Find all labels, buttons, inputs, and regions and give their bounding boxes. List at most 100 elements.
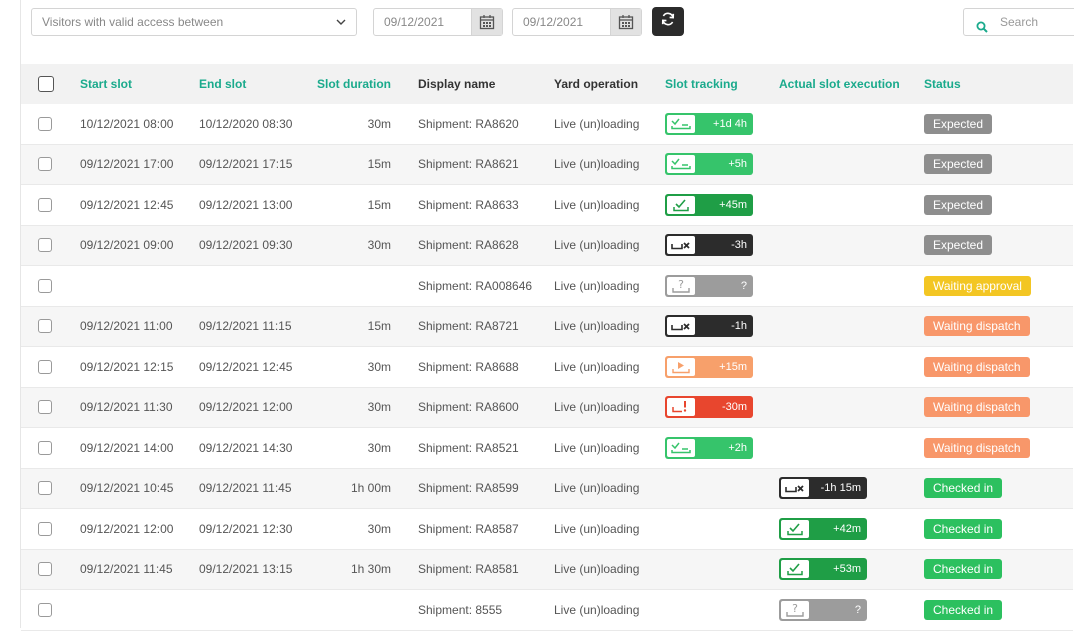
column-start-slot[interactable]: Start slot — [80, 64, 132, 104]
start-slot-cell: 09/12/2021 12:00 — [80, 521, 174, 536]
status-badge: Checked in — [924, 599, 1003, 620]
filter-select-value: Visitors with valid access between — [42, 15, 224, 29]
column-end-slot[interactable]: End slot — [199, 64, 246, 104]
yard-operation-cell: Live (un)loading — [554, 521, 640, 536]
row-checkbox[interactable] — [38, 562, 52, 577]
calendar-icon[interactable] — [610, 9, 641, 35]
search-icon — [976, 16, 988, 42]
yard-operation-cell: Live (un)loading — [554, 602, 640, 617]
calendar-icon[interactable] — [471, 9, 502, 35]
table-row[interactable]: 09/12/2021 12:00 09/12/2021 12:30 30m Shipm… — [21, 509, 1073, 550]
table-row[interactable]: 10/12/2021 08:00 10/12/2020 08:30 30m Shipm… — [21, 104, 1073, 145]
row-checkbox[interactable] — [38, 116, 52, 131]
end-slot-cell: 09/12/2021 17:15 — [199, 157, 293, 172]
slot-execution-cell: ?? — [779, 590, 867, 630]
slot-tracking-pill[interactable]: +2h — [665, 436, 753, 459]
slot-execution-pill[interactable]: +53m — [779, 558, 867, 581]
slot-execution-pill[interactable]: -1h 15m — [779, 477, 867, 500]
date-to-field[interactable]: 09/12/2021 — [512, 8, 642, 36]
date-from-field[interactable]: 09/12/2021 — [373, 8, 503, 36]
row-checkbox[interactable] — [38, 278, 52, 293]
select-all-cell — [38, 64, 54, 104]
row-checkbox[interactable] — [38, 238, 52, 253]
column-slot-duration[interactable]: Slot duration — [317, 64, 391, 104]
slot-tracking-text: +2h — [728, 441, 747, 454]
row-checkbox[interactable] — [38, 602, 52, 617]
row-checkbox[interactable] — [38, 521, 52, 536]
table-row[interactable]: 09/12/2021 11:30 09/12/2021 12:00 30m Shipm… — [21, 387, 1073, 428]
slot-tracking-pill[interactable]: -30m — [665, 396, 753, 419]
yard-operation-cell: Live (un)loading — [554, 359, 640, 374]
table-row[interactable]: 09/12/2021 14:00 09/12/2021 14:30 30m Shipm… — [21, 428, 1073, 469]
display-name-cell: Shipment: RA8621 — [418, 157, 519, 172]
row-select-cell — [38, 226, 52, 266]
slot-tracking-pill[interactable]: +5h — [665, 153, 753, 176]
display-name-cell: Shipment: RA8721 — [418, 319, 519, 334]
question-icon: ? — [781, 600, 809, 619]
display-name-cell: Shipment: RA8600 — [418, 400, 519, 415]
slot-tracking-pill[interactable]: -3h — [665, 234, 753, 257]
slot-execution-text: -1h 15m — [820, 482, 861, 495]
end-slot-cell: 09/12/2021 12:45 — [199, 359, 293, 374]
row-select-cell — [38, 307, 52, 347]
slot-tracking-text: -3h — [731, 239, 747, 252]
display-name-cell: Shipment: 8555 — [418, 602, 503, 617]
date-to-value: 09/12/2021 — [523, 15, 584, 29]
table-row[interactable]: 09/12/2021 10:45 09/12/2021 11:45 1h 00m Sh… — [21, 468, 1073, 509]
status-cell: Expected — [924, 145, 993, 185]
table-row[interactable]: 09/12/2021 09:00 09/12/2021 09:30 30m Shipm… — [21, 225, 1073, 266]
slot-tracking-pill[interactable]: ?? — [665, 274, 753, 297]
truck-check-icon — [667, 155, 695, 174]
table-row[interactable]: 09/12/2021 12:45 09/12/2021 13:00 15m Shipm… — [21, 185, 1073, 226]
start-slot-cell: 09/12/2021 09:00 — [80, 238, 174, 253]
end-slot-cell: 09/12/2021 12:30 — [199, 521, 293, 536]
filter-select[interactable]: Visitors with valid access between — [31, 8, 357, 36]
slot-tracking-pill[interactable]: +45m — [665, 193, 753, 216]
truck-check-icon — [667, 114, 695, 133]
table-row[interactable]: 09/12/2021 12:15 09/12/2021 12:45 30m Shipm… — [21, 347, 1073, 388]
yard-operation-cell: Live (un)loading — [554, 319, 640, 334]
status-cell: Expected — [924, 104, 993, 144]
row-checkbox[interactable] — [38, 359, 52, 374]
select-all-checkbox[interactable] — [38, 76, 54, 92]
column-yard-operation: Yard operation — [554, 77, 639, 91]
slot-tracking-pill[interactable]: +15m — [665, 355, 753, 378]
status-badge: Expected — [924, 194, 993, 215]
row-checkbox[interactable] — [38, 440, 52, 455]
end-slot-cell: 10/12/2020 08:30 — [199, 116, 293, 131]
refresh-button[interactable] — [652, 7, 684, 36]
slot-tracking-pill[interactable]: -1h — [665, 315, 753, 338]
start-slot-cell: 09/12/2021 11:00 — [80, 319, 173, 334]
row-checkbox[interactable] — [38, 197, 52, 212]
row-checkbox[interactable] — [38, 481, 52, 496]
table-row[interactable]: 09/12/2021 11:00 09/12/2021 11:15 15m Shipm… — [21, 306, 1073, 347]
column-slot-tracking[interactable]: Slot tracking — [665, 64, 738, 104]
alert-icon — [667, 398, 695, 417]
slot-execution-pill[interactable]: ?? — [779, 598, 867, 621]
table-row[interactable]: 09/12/2021 11:45 09/12/2021 13:15 1h 30m Sh… — [21, 549, 1073, 590]
slot-duration-cell: 1h 30m — [350, 562, 391, 577]
status-cell: Checked in — [924, 469, 1003, 509]
row-checkbox[interactable] — [38, 400, 52, 415]
row-checkbox[interactable] — [38, 157, 52, 172]
slot-tracking-pill[interactable]: +1d 4h — [665, 112, 753, 135]
slot-duration-cell: 30m — [367, 400, 391, 415]
table-row[interactable]: 09/12/2021 17:00 09/12/2021 17:15 15m Shipm… — [21, 144, 1073, 185]
slot-execution-cell: +42m — [779, 509, 867, 549]
end-slot-cell: 09/12/2021 13:15 — [199, 562, 293, 577]
column-actual-slot-execution[interactable]: Actual slot execution — [779, 64, 900, 104]
row-checkbox[interactable] — [38, 319, 52, 334]
table-row[interactable]: Shipment: 8555 Live (un)loading?? Checked … — [21, 590, 1073, 631]
slot-execution-pill[interactable]: +42m — [779, 517, 867, 540]
column-status[interactable]: Status — [924, 64, 961, 104]
slot-duration-cell: 30m — [367, 440, 391, 455]
row-select-cell — [38, 347, 52, 387]
slot-tracking-cell: +1d 4h — [665, 104, 753, 144]
search-input[interactable]: Search — [963, 8, 1074, 36]
refresh-icon — [660, 11, 676, 32]
table-row[interactable]: Shipment: RA008646 Live (un)loading?? Wait… — [21, 266, 1073, 307]
status-badge: Waiting dispatch — [924, 356, 1030, 377]
status-badge: Expected — [924, 235, 993, 256]
end-slot-cell: 09/12/2021 09:30 — [199, 238, 293, 253]
display-name-cell: Shipment: RA8521 — [418, 440, 519, 455]
